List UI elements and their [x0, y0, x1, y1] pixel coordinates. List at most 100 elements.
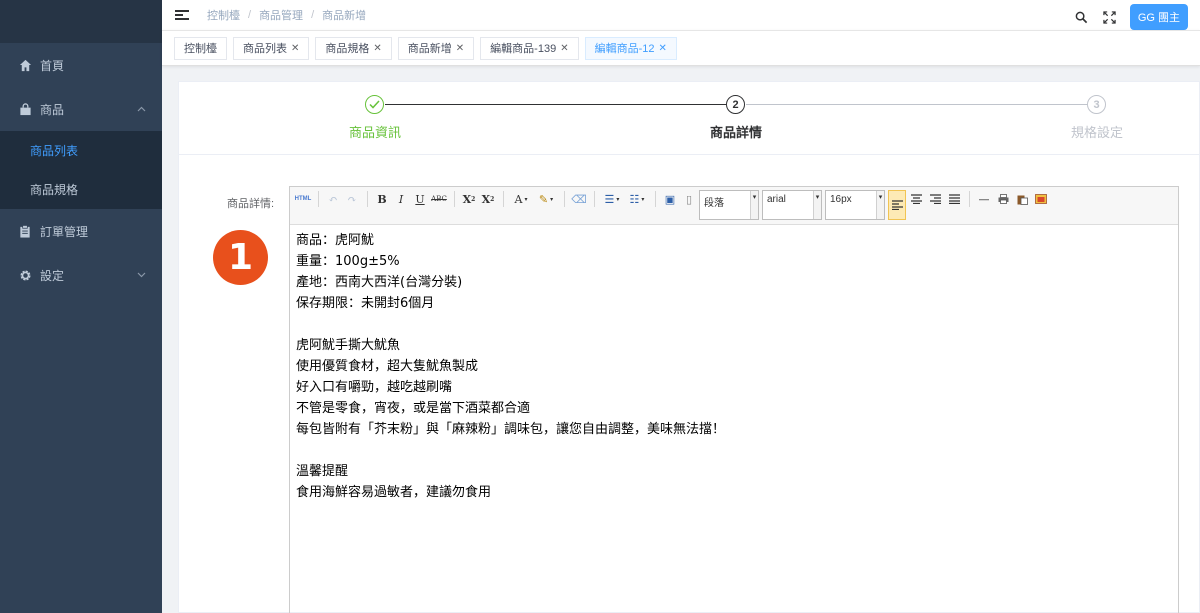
close-icon[interactable]: ✕	[560, 43, 568, 54]
html-source-icon[interactable]: HTML	[294, 190, 312, 208]
toolbar-separator	[969, 191, 970, 207]
tag-edit-product-12[interactable]: 編輯商品-12 ✕	[584, 36, 677, 60]
breadcrumb-item: 商品新增	[322, 10, 367, 22]
font-family-select[interactable]: arial ▾	[762, 190, 822, 220]
tag-edit-product-139[interactable]: 編輯商品-139 ✕	[480, 36, 579, 60]
sidebar-item-label: 商品規格	[30, 183, 79, 197]
align-left-icon[interactable]	[888, 190, 906, 220]
search-icon[interactable]	[1074, 9, 1090, 25]
tag-label: 編輯商品-12	[594, 43, 655, 55]
toolbar-separator	[454, 191, 455, 207]
sidebar: 首頁 商品 商品列表 商品規格 訂單管理 設定	[0, 0, 162, 613]
content-line: 產地：西南大西洋(台灣分裝)	[296, 275, 463, 290]
gear-icon	[18, 268, 32, 282]
tag-label: 商品規格	[325, 43, 370, 55]
italic-icon[interactable]: I	[392, 190, 410, 208]
clear-format-icon[interactable]: ⌫	[570, 190, 588, 208]
content-line: 重量：100g±5%	[296, 254, 400, 269]
breadcrumb-item[interactable]: 控制檯	[207, 7, 240, 23]
breadcrumb-separator: /	[311, 9, 315, 21]
tags-view: 控制檯 商品列表 ✕ 商品規格 ✕ 商品新增 ✕ 編輯商品-139 ✕ 編輯商品…	[162, 30, 1200, 66]
clipboard-icon	[18, 224, 32, 238]
align-right-icon[interactable]	[926, 190, 944, 208]
sidebar-item-home[interactable]: 首頁	[0, 43, 162, 87]
paste-icon[interactable]	[1013, 190, 1031, 208]
insert-page-icon[interactable]: ▯	[680, 190, 698, 208]
paragraph-select[interactable]: 段落 ▾	[699, 190, 759, 220]
breadcrumb-item[interactable]: 商品管理	[259, 7, 303, 23]
step-3-label: 規格設定	[1070, 125, 1124, 140]
content-line: 每包皆附有「芥末粉」與「麻辣粉」調味包，讓您自由調整，美味無法擋！	[296, 422, 726, 437]
rich-text-editor[interactable]: HTML ↶ ↷ B I U ABC X2 X2 A ▾ ✎ ▾ ⌫ ☰ ▾ ☷ ▾ ▣…	[289, 186, 1179, 613]
highlight-color-icon[interactable]: ✎ ▾	[534, 190, 558, 208]
chevron-down-icon: ▾	[876, 191, 884, 219]
user-menu-button[interactable]: GG 團主	[1129, 4, 1188, 30]
sidebar-item-product-list[interactable]: 商品列表	[0, 131, 162, 170]
underline-icon[interactable]: U	[411, 190, 429, 208]
step-3-number: 3	[1087, 95, 1106, 114]
fullscreen-icon[interactable]	[1102, 9, 1118, 25]
unordered-list-icon[interactable]: ☷ ▾	[625, 190, 649, 208]
font-size-select[interactable]: 16px ▾	[825, 190, 885, 220]
content-line	[296, 440, 1172, 461]
chevron-down-icon: ▾	[750, 191, 758, 219]
superscript-icon[interactable]: X2	[460, 190, 478, 208]
tag-product-add[interactable]: 商品新增 ✕	[397, 36, 475, 60]
close-icon[interactable]: ✕	[456, 43, 464, 54]
breadcrumb-separator: /	[248, 9, 252, 21]
paragraph-select-value: 段落	[704, 198, 724, 209]
tag-product-specs[interactable]: 商品規格 ✕	[315, 36, 392, 60]
content-line: 使用優質食材，超大隻魷魚製成	[296, 359, 479, 374]
sidebar-item-settings[interactable]: 設定	[0, 253, 162, 297]
step-line-2	[746, 104, 1087, 105]
close-icon[interactable]: ✕	[659, 43, 667, 54]
horizontal-rule-icon[interactable]: —	[975, 190, 993, 208]
font-color-icon[interactable]: A ▾	[509, 190, 533, 208]
sidebar-item-label: 訂單管理	[40, 224, 89, 239]
undo-icon[interactable]: ↶	[324, 190, 342, 208]
content-line: 虎阿魷手撕大魷魚	[296, 338, 401, 353]
editor-content[interactable]: 商品：虎阿魷 重量：100g±5% 產地：西南大西洋(台灣分裝) 保存期限：未開…	[290, 225, 1178, 508]
font-size-select-value: 16px	[830, 194, 852, 205]
toolbar-separator	[594, 191, 595, 207]
tag-dashboard[interactable]: 控制檯	[174, 36, 227, 60]
content-line: 商品：虎阿魷	[296, 233, 375, 248]
toolbar-separator	[564, 191, 565, 207]
breadcrumb: 控制檯 / 商品管理 / 商品新增	[207, 7, 366, 23]
chevron-down-icon: ▾	[813, 191, 821, 219]
content-line	[296, 314, 1172, 335]
tag-product-list[interactable]: 商品列表 ✕	[233, 36, 310, 60]
toolbar-separator	[655, 191, 656, 207]
detail-field-label: 商品詳情:	[227, 198, 275, 210]
main-card: 商品資訊 2 商品詳情 3 規格設定 商品詳情: 1 HTML ↶ ↷ B I …	[178, 81, 1200, 613]
sidebar-item-product-specs[interactable]: 商品規格	[0, 170, 162, 209]
navbar-right: GG 團主	[1074, 4, 1188, 30]
sidebar-item-products[interactable]: 商品	[0, 87, 162, 131]
sidebar-item-label: 商品	[40, 102, 65, 117]
steps: 商品資訊 2 商品詳情 3 規格設定	[179, 82, 1199, 155]
close-icon[interactable]: ✕	[373, 43, 381, 54]
ordered-list-icon[interactable]: ☰ ▾	[600, 190, 624, 208]
subscript-icon[interactable]: X2	[479, 190, 497, 208]
navbar: 控制檯 / 商品管理 / 商品新增 GG 團主	[162, 0, 1200, 30]
close-icon[interactable]: ✕	[291, 43, 299, 54]
strikethrough-icon[interactable]: ABC	[430, 190, 448, 208]
align-justify-icon[interactable]	[945, 190, 963, 208]
toolbar-separator	[367, 191, 368, 207]
redo-icon[interactable]: ↷	[343, 190, 361, 208]
print-icon[interactable]	[994, 190, 1012, 208]
step-1-check-icon	[365, 95, 384, 114]
sidebar-item-orders[interactable]: 訂單管理	[0, 209, 162, 253]
insert-image-icon[interactable]	[1032, 190, 1050, 208]
menu-toggle-icon[interactable]	[175, 8, 189, 22]
step-1-label: 商品資訊	[348, 125, 402, 140]
tag-label: 編輯商品-139	[490, 43, 557, 55]
align-center-icon[interactable]	[907, 190, 925, 208]
toolbar-separator	[503, 191, 504, 207]
annotation-badge: 1	[213, 230, 268, 285]
editor-toolbar: HTML ↶ ↷ B I U ABC X2 X2 A ▾ ✎ ▾ ⌫ ☰ ▾ ☷ ▾ ▣…	[290, 187, 1178, 225]
bold-icon[interactable]: B	[373, 190, 391, 208]
sidebar-brand	[0, 0, 162, 43]
step-2-number: 2	[726, 95, 745, 114]
insert-code-icon[interactable]: ▣	[661, 190, 679, 208]
